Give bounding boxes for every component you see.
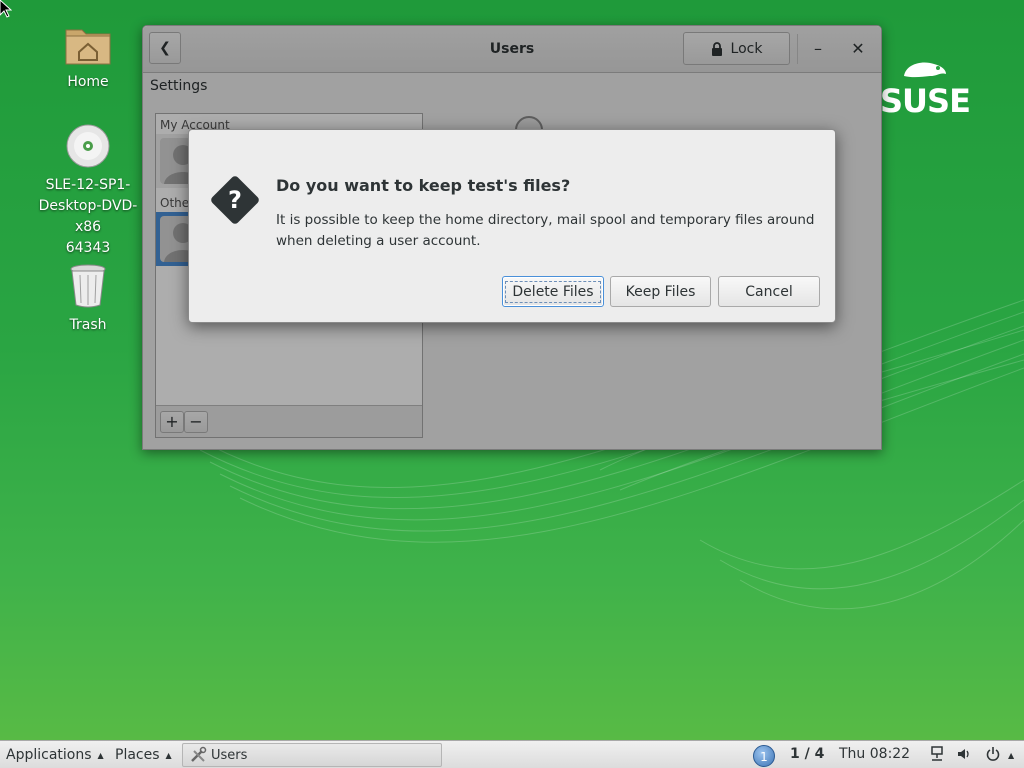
taskbar-window-label: Users: [211, 747, 248, 763]
dialog-message: It is possible to keep the home director…: [276, 212, 815, 249]
chameleon-icon: [904, 62, 946, 78]
svg-text:?: ?: [228, 186, 242, 214]
brand-wordmark: SUSE: [880, 82, 971, 120]
desktop-icon-home[interactable]: Home: [33, 22, 143, 93]
trash-icon: [70, 264, 106, 308]
keep-files-button[interactable]: Keep Files: [610, 276, 711, 307]
notification-badge[interactable]: 1: [753, 745, 775, 767]
applications-menu-label: Applications: [6, 747, 92, 763]
question-icon: ?: [211, 176, 259, 224]
desktop-icon-label: SLE-12-SP1- Desktop-DVD-x86 64343: [38, 177, 138, 256]
caret-up-icon: ▲: [97, 750, 104, 760]
desktop-icon-label: Home: [67, 74, 109, 90]
keep-files-dialog: ? Do you want to keep test's files? It i…: [188, 129, 836, 323]
taskbar-window-users[interactable]: Users: [182, 743, 442, 767]
bottom-panel: Applications ▲ Places ▲ Users 1 1 / 4 Th…: [0, 740, 1024, 768]
clock[interactable]: Thu 08:22: [839, 746, 910, 762]
delete-files-button[interactable]: Delete Files: [502, 276, 604, 307]
desktop-icon-dvd[interactable]: SLE-12-SP1- Desktop-DVD-x86 64343: [33, 123, 143, 259]
desktop-icon-label: Trash: [69, 317, 107, 333]
network-icon[interactable]: [930, 746, 944, 766]
desktop-icon-trash[interactable]: Trash: [33, 263, 143, 336]
places-menu[interactable]: Places ▲: [115, 741, 172, 768]
dvd-icon: [66, 124, 110, 168]
applications-menu[interactable]: Applications ▲: [6, 741, 104, 768]
power-icon[interactable]: [985, 746, 1001, 766]
cancel-button[interactable]: Cancel: [718, 276, 820, 307]
mouse-cursor-icon: [0, 0, 12, 18]
delete-files-label: Delete Files: [505, 280, 601, 303]
dialog-title: Do you want to keep test's files?: [276, 176, 571, 195]
home-folder-icon: [65, 29, 111, 65]
caret-up-icon: ▲: [165, 750, 172, 760]
caret-up-icon[interactable]: ▲: [1008, 751, 1014, 760]
settings-tools-icon: [191, 746, 207, 762]
volume-icon[interactable]: [956, 746, 972, 766]
workspace-indicator[interactable]: 1 / 4: [790, 746, 824, 762]
places-menu-label: Places: [115, 747, 160, 763]
